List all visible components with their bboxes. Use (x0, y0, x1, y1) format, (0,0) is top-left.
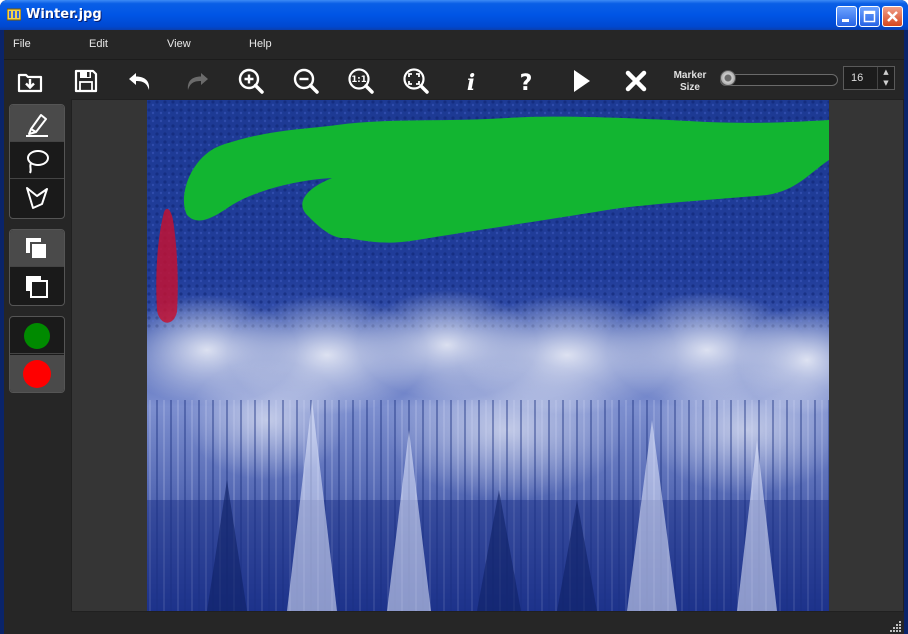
marker-size-slider[interactable] (720, 74, 838, 86)
menu-file[interactable]: File (13, 38, 31, 50)
polygon-lasso-icon (26, 187, 48, 209)
zoom-out-icon (293, 68, 319, 94)
save-button[interactable] (71, 66, 101, 96)
spin-up-icon[interactable]: ▲ (878, 67, 894, 78)
redo-icon (187, 73, 208, 90)
play-button[interactable] (566, 66, 596, 96)
minimize-icon (842, 19, 849, 22)
background-layer-icon (26, 276, 48, 298)
tool-sidebar (4, 100, 71, 634)
color-group (9, 316, 65, 393)
lasso-icon (27, 150, 49, 174)
marker-size-slider-thumb[interactable] (720, 70, 736, 86)
menu-help[interactable]: Help (249, 38, 272, 50)
open-icon (17, 73, 43, 93)
close-button[interactable] (882, 6, 903, 27)
polygon-lasso-tool-button[interactable] (10, 179, 64, 216)
menu-bar: File Edit View Help (4, 30, 904, 59)
layer-tools-group (9, 229, 65, 306)
marker-size-value[interactable]: 16 (851, 72, 863, 84)
svg-text:1:1: 1:1 (351, 75, 366, 85)
background-button[interactable] (10, 268, 64, 305)
winter-forest-photo[interactable] (147, 100, 829, 611)
play-icon (574, 70, 590, 92)
status-bar (4, 612, 904, 634)
canvas-area[interactable] (71, 99, 904, 612)
help-icon: ? (520, 71, 533, 96)
title-bar[interactable]: Winter.jpg (0, 0, 908, 30)
minimize-button[interactable] (836, 6, 857, 27)
menu-view[interactable]: View (167, 38, 191, 50)
green-color-swatch (24, 323, 50, 349)
open-button[interactable] (15, 66, 45, 96)
help-button[interactable]: ? (511, 66, 541, 96)
marker-tool-button[interactable] (10, 105, 64, 142)
lasso-tool-button[interactable] (10, 142, 64, 179)
red-color-swatch (23, 360, 51, 388)
undo-icon (129, 73, 150, 90)
info-icon: i (467, 70, 475, 96)
marker-size-label: Marker Size (670, 70, 710, 94)
keep-color-button[interactable] (10, 317, 64, 354)
resize-grip-icon[interactable] (890, 620, 902, 632)
marker-size-spinbox[interactable]: 16 ▲ ▼ (843, 66, 895, 90)
toolbar: 1:1 i ? Marker Size 16 ▲ ▼ (4, 59, 904, 100)
zoom-in-icon (238, 68, 264, 94)
fit-window-icon (403, 68, 429, 94)
maximize-button[interactable] (859, 6, 880, 27)
remove-color-button[interactable] (10, 355, 64, 392)
svg-text:?: ? (520, 71, 533, 96)
actual-size-icon: 1:1 (348, 68, 374, 94)
redo-button[interactable] (181, 66, 211, 96)
close-x-icon (625, 70, 647, 92)
cancel-button[interactable] (621, 66, 651, 96)
save-icon (74, 69, 98, 93)
maximize-icon (863, 10, 876, 23)
zoom-in-button[interactable] (236, 66, 266, 96)
menu-edit[interactable]: Edit (89, 38, 108, 50)
undo-button[interactable] (126, 66, 156, 96)
marker-icon (26, 114, 48, 137)
close-icon (887, 11, 898, 22)
svg-text:i: i (467, 70, 475, 96)
foreground-layer-icon (26, 238, 48, 260)
app-icon (7, 8, 21, 21)
window-title: Winter.jpg (26, 7, 102, 22)
app-frame: File Edit View Help 1:1 i ? Marker Size … (4, 30, 904, 634)
spin-down-icon[interactable]: ▼ (878, 78, 894, 89)
fit-window-button[interactable] (401, 66, 431, 96)
app-window: Winter.jpg File Edit View Help 1:1 i ? M… (0, 0, 908, 634)
marker-label-line1: Marker (673, 70, 707, 81)
info-button[interactable]: i (456, 66, 486, 96)
selection-tools-group (9, 104, 65, 219)
spin-buttons: ▲ ▼ (877, 67, 894, 89)
zoom-out-button[interactable] (291, 66, 321, 96)
foreground-button[interactable] (10, 230, 64, 267)
marker-label-line2: Size (679, 82, 700, 93)
actual-size-button[interactable]: 1:1 (346, 66, 376, 96)
